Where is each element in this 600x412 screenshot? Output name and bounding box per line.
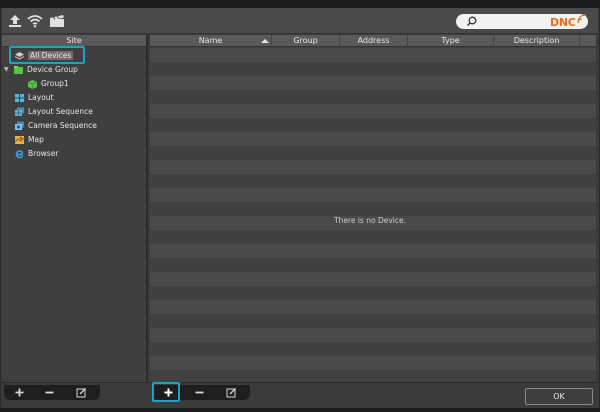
clapperboard-icon[interactable] (48, 13, 66, 29)
map-icon (14, 135, 25, 144)
tree-item-group1[interactable]: Group1 (27, 77, 69, 90)
bottom-action-bar (2, 382, 598, 410)
site-tree-panel: Site (2, 35, 148, 382)
remove-device-button[interactable] (192, 386, 206, 398)
signal-wave-icon (577, 14, 587, 24)
minus-icon (195, 391, 203, 393)
add-site-button[interactable] (12, 386, 26, 398)
tree-item-layout[interactable]: Layout (14, 91, 54, 104)
layers-icon (14, 51, 25, 60)
add-device-highlight (152, 382, 180, 402)
minus-icon (45, 391, 53, 393)
expand-arrow-icon[interactable]: ▼ (4, 66, 11, 73)
layout-sequence-icon (15, 107, 24, 116)
site-tree-actions (4, 385, 100, 400)
toolbar: DNC (2, 8, 598, 34)
plus-icon (15, 388, 23, 396)
tree-item-all-devices[interactable]: All Devices (14, 49, 74, 62)
edit-device-button[interactable] (224, 386, 238, 398)
ok-button[interactable]: OK (525, 388, 593, 405)
remove-site-button[interactable] (42, 386, 56, 398)
tree-item-label: Camera Sequence (28, 121, 97, 130)
layout-grid-icon (15, 93, 24, 102)
sort-ascending-icon (261, 39, 269, 43)
edit-site-button[interactable] (74, 386, 88, 398)
column-header-label: Name (198, 36, 223, 45)
tree-item-label: Browser (28, 149, 59, 158)
bottom-border (0, 408, 600, 412)
tree-item-label: Group1 (41, 79, 69, 88)
column-header-name[interactable]: Name (150, 35, 272, 47)
tree-item-label: Map (28, 135, 44, 144)
tree-item-label: All Devices (28, 51, 74, 60)
column-header-description[interactable]: Description (494, 35, 580, 47)
column-header-group[interactable]: Group (272, 35, 340, 47)
tree-item-map[interactable]: Map (14, 133, 44, 146)
tree-item-device-group[interactable]: ▼ Device Group (4, 63, 78, 76)
tree-item-label: Layout (28, 93, 54, 102)
tree-item-browser[interactable]: Browser (14, 147, 58, 160)
device-table-header: Name Group Address Type Description (150, 35, 596, 47)
device-list-panel: Name Group Address Type Description Ther… (150, 35, 596, 382)
edit-icon (226, 387, 236, 397)
empty-list-message: There is no Device. (333, 216, 406, 225)
title-bar (0, 0, 600, 8)
folder-cube-icon (14, 65, 23, 74)
cube-icon (27, 79, 38, 89)
search-icon (466, 16, 477, 27)
upload-icon[interactable] (6, 13, 24, 29)
edit-icon (76, 387, 86, 397)
column-header-type[interactable]: Type (408, 35, 494, 47)
device-table-body[interactable]: There is no Device. (150, 48, 596, 382)
tree-item-label: Layout Sequence (28, 107, 93, 116)
brand-logo: DNC (550, 16, 576, 29)
tree-item-label: Device Group (27, 65, 78, 74)
tree-item-camera-sequence[interactable]: Camera Sequence (14, 119, 97, 132)
column-header-address[interactable]: Address (340, 35, 408, 47)
camera-sequence-icon (15, 121, 24, 130)
wifi-icon[interactable] (26, 13, 44, 29)
tree-item-layout-sequence[interactable]: Layout Sequence (14, 105, 93, 118)
browser-icon (15, 149, 24, 158)
